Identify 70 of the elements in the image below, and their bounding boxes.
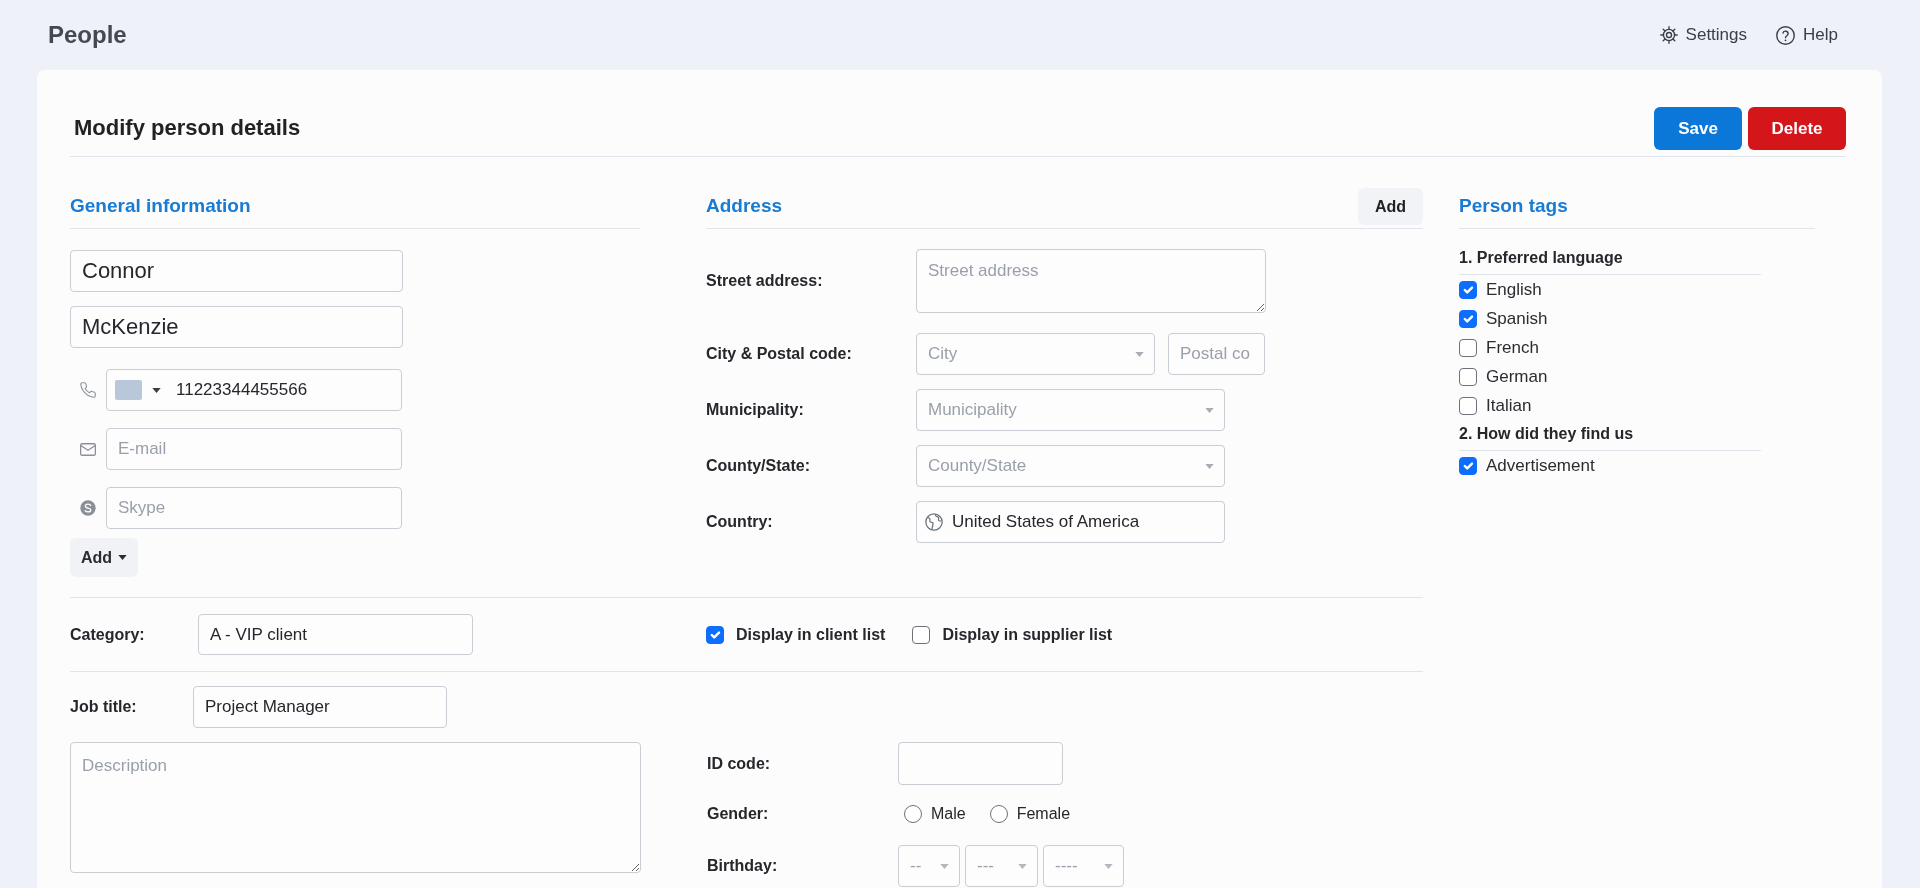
checkbox[interactable]	[706, 625, 724, 644]
checkbox-label: Display in client list	[736, 624, 886, 645]
caret-icon	[1104, 863, 1113, 869]
envelope-icon	[80, 442, 96, 456]
postal-code-field[interactable]: Postal co	[1168, 333, 1265, 375]
last-name-field[interactable]: McKenzie	[70, 306, 403, 348]
street-address-field[interactable]: Street address	[916, 249, 1266, 313]
field-label: ID code:	[707, 753, 772, 774]
first-name-field[interactable]: Connor	[70, 250, 403, 292]
page-title: People	[48, 20, 127, 50]
group-title: 2. How did they find us	[1459, 425, 1634, 442]
delete-button[interactable]: Delete	[1748, 107, 1846, 150]
caret-icon	[1205, 407, 1214, 413]
checkbox-label: English	[1486, 278, 1542, 301]
checkbox[interactable]	[1459, 396, 1477, 415]
radio-button[interactable]	[904, 805, 922, 823]
settings-icon	[1659, 26, 1678, 44]
checkbox[interactable]	[1459, 367, 1477, 386]
group-title: 1. Preferred language	[1459, 249, 1623, 266]
checkbox[interactable]	[1459, 338, 1477, 357]
checkbox-label: German	[1486, 365, 1548, 388]
id-code-field[interactable]	[898, 742, 1063, 785]
flag-icon	[115, 380, 142, 400]
field-label: Category:	[70, 624, 146, 645]
checkbox-label: Advertisement	[1486, 454, 1595, 477]
section-heading: Person tags	[1459, 195, 1568, 218]
globe-icon	[925, 513, 943, 531]
field-label: Street address:	[706, 271, 824, 291]
field-label: Job title:	[70, 697, 138, 717]
radio-label: Male	[931, 804, 966, 824]
field-label: City & Postal code:	[706, 344, 853, 364]
help-link[interactable]: Help	[1776, 22, 1838, 48]
checkbox[interactable]	[1459, 309, 1477, 328]
caret-icon	[1018, 863, 1027, 869]
section-heading: Address	[706, 195, 783, 218]
field-label: Municipality:	[706, 400, 805, 420]
checkbox[interactable]	[912, 625, 931, 644]
section-heading: General information	[70, 195, 251, 218]
caret-icon	[940, 863, 949, 869]
settings-link[interactable]: Settings	[1659, 22, 1748, 48]
field-label: Country:	[706, 512, 774, 532]
add-address-button[interactable]: Add	[1358, 188, 1423, 225]
checkbox-label: French	[1486, 336, 1539, 359]
email-field[interactable]: E-mail	[106, 428, 402, 470]
radio-button[interactable]	[989, 805, 1008, 823]
skype-field[interactable]: Skype	[106, 487, 402, 529]
help-icon	[1776, 25, 1796, 45]
field-label: Gender:	[707, 804, 770, 824]
radio-label: Female	[1016, 804, 1071, 824]
add-dropdown-button[interactable]: Add	[70, 538, 138, 577]
checkbox[interactable]	[1459, 280, 1477, 299]
phone-icon	[80, 382, 96, 398]
field-label: County/State:	[706, 456, 811, 476]
phone-field[interactable]: 11223344455566	[106, 369, 402, 411]
field-label: Birthday:	[707, 856, 779, 876]
caret-icon	[1135, 351, 1144, 357]
caret-icon	[118, 555, 128, 560]
description-field[interactable]: Description	[70, 742, 641, 873]
job-title-field[interactable]: Project Manager	[193, 686, 447, 728]
form-title: Modify person details	[74, 115, 301, 142]
checkbox-label: Spanish	[1486, 307, 1548, 330]
country-field[interactable]: United States of America	[916, 501, 1225, 543]
caret-icon	[1205, 463, 1214, 469]
checkbox-label: Display in supplier list	[942, 624, 1113, 645]
category-field[interactable]: A - VIP client	[198, 614, 473, 655]
caret-icon	[152, 387, 161, 393]
checkbox-label: Italian	[1486, 394, 1532, 417]
s-circle-icon	[80, 500, 96, 516]
save-button[interactable]: Save	[1654, 107, 1742, 150]
checkbox[interactable]	[1459, 456, 1477, 475]
